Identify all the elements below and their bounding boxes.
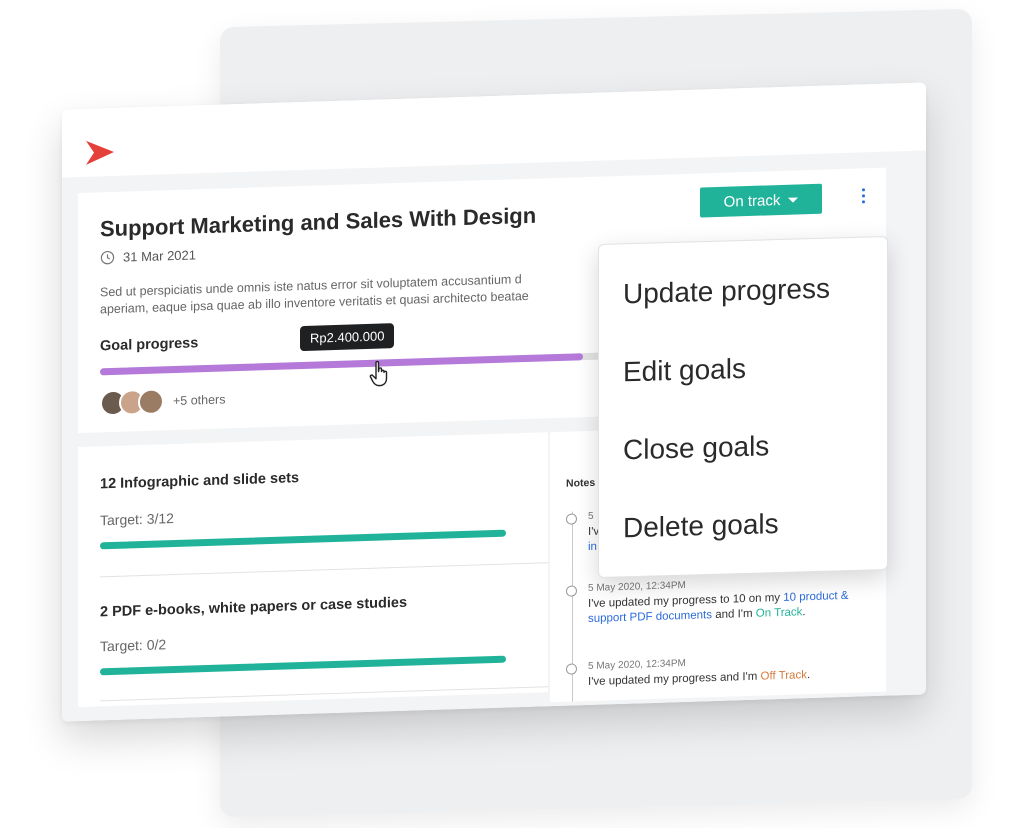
note-status-on-track: On Track [755,606,803,620]
contributors[interactable]: +5 others [100,386,225,417]
status-label: On track [723,191,781,211]
note-item: 5 May 2020, 12:34PM I've updated my prog… [566,574,866,627]
goal-date: 31 Mar 2021 [123,247,196,265]
task-progress-bar [100,655,506,676]
hand-cursor-icon [369,360,388,387]
task-progress-bar [100,529,506,550]
menu-item-update-progress[interactable]: Update progress [623,273,830,311]
menu-item-edit-goals[interactable]: Edit goals [623,353,746,388]
others-count[interactable]: +5 others [173,392,225,408]
task-title[interactable]: 2 PDF e-books, white papers or case stud… [100,595,407,621]
task-target: Target: 0/2 [100,636,167,655]
goal-progress-fill [100,353,583,376]
tasks-panel: 12 Infographic and slide sets Target: 3/… [78,432,548,708]
timeline-dot [566,663,577,675]
menu-item-close-goals[interactable]: Close goals [623,430,769,466]
goal-title: Support Marketing and Sales With Design [100,202,537,242]
goal-actions-menu: Update progress Edit goals Close goals D… [598,235,888,579]
goal-description: Sed ut perspiciatis unde omnis iste natu… [100,269,590,318]
note-status-off-track: Off Track [760,669,807,683]
timeline-dot [566,513,577,525]
notes-label: Notes [566,476,596,490]
note-text: I've updated my progress to 10 on my 10 … [588,589,849,626]
kebab-menu-icon[interactable] [858,188,868,208]
status-dropdown-button[interactable]: On track [700,183,822,218]
menu-item-delete-goals[interactable]: Delete goals [623,508,779,544]
clock-icon [100,250,115,265]
note-item: 5 May 2020, 12:34PM I've updated my prog… [566,652,866,690]
avatar[interactable] [138,388,164,416]
goal-date-row: 31 Mar 2021 [100,247,196,265]
timeline-dot [566,585,577,597]
task-title[interactable]: 12 Infographic and slide sets [100,470,299,492]
divider [100,562,548,578]
task-target: Target: 3/12 [100,510,174,529]
logo-icon[interactable] [84,138,116,167]
caret-down-icon [788,196,799,203]
progress-value-tooltip: Rp2.400.000 [300,323,395,352]
goal-progress-label: Goal progress [100,335,199,355]
